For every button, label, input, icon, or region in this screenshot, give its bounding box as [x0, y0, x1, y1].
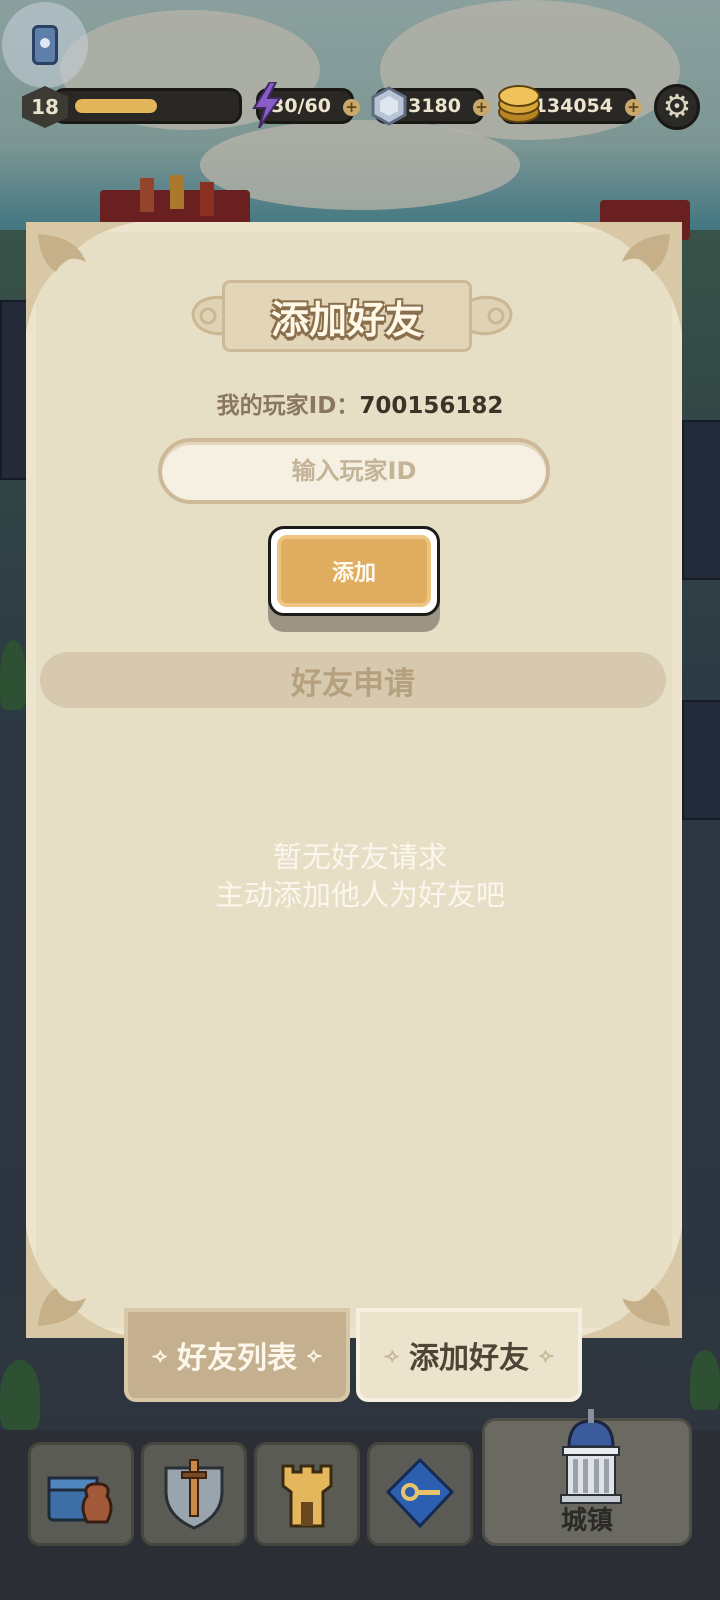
empty-state-line-2: 主动添加他人为好友吧	[214, 878, 505, 912]
corner-ornament-icon	[26, 1228, 136, 1338]
my-player-id: 我的玩家ID：700156182	[0, 386, 720, 420]
tab-add-friend-label: 添加好友	[409, 1341, 529, 1376]
tab-friend-list[interactable]: ⟢ 好友列表 ⟣	[124, 1308, 350, 1402]
xp-bar	[52, 88, 242, 124]
empty-state-line-1: 暂无好友请求	[272, 840, 447, 874]
profile-avatar-button[interactable]	[2, 2, 88, 88]
nav-equipment[interactable]	[141, 1442, 247, 1546]
corner-ornament-icon	[572, 1228, 682, 1338]
sword-shield-icon	[164, 1459, 224, 1530]
page-title: 添加好友	[270, 297, 423, 342]
my-id-value: 700156182	[359, 393, 504, 419]
corner-ornament-icon	[26, 222, 136, 332]
arrow-left-icon: ⟢	[152, 1343, 167, 1367]
title-plate: 添加好友	[222, 280, 472, 352]
nav-castle[interactable]	[254, 1442, 360, 1546]
lightning-icon	[252, 82, 282, 128]
phone-icon	[32, 25, 58, 65]
arrow-right-icon: ⟣	[539, 1343, 554, 1367]
nav-map[interactable]	[367, 1442, 473, 1546]
arrow-right-icon: ⟣	[307, 1343, 322, 1367]
crystal-icon	[371, 86, 407, 126]
xp-bar-fill	[75, 99, 157, 113]
add-button[interactable]: 添加	[268, 526, 440, 616]
add-gem-button[interactable]: +	[473, 99, 490, 116]
town-hall-icon	[560, 1409, 622, 1504]
arrow-left-icon: ⟢	[384, 1343, 399, 1367]
add-energy-button[interactable]: +	[343, 99, 360, 116]
friend-requests-header: 好友申请	[40, 652, 666, 708]
player-id-input[interactable]	[158, 438, 550, 504]
section-title: 好友申请	[291, 665, 415, 702]
tab-friend-list-label: 好友列表	[177, 1341, 297, 1376]
nav-town-label: 城镇	[560, 1506, 613, 1536]
add-button-face[interactable]: 添加	[277, 535, 431, 607]
nav-town[interactable]: 城镇	[482, 1409, 692, 1546]
gem-value: 3180	[408, 95, 461, 117]
gold-coins-icon	[498, 85, 540, 123]
level-value: 18	[31, 95, 59, 119]
castle-tower-icon	[281, 1464, 333, 1528]
settings-gear-icon[interactable]: ⚙	[654, 84, 700, 130]
nav-inventory[interactable]	[28, 1442, 134, 1546]
key-map-icon	[385, 1457, 455, 1529]
my-id-label: 我的玩家ID：	[216, 393, 360, 419]
tab-add-friend[interactable]: ⟢ 添加好友 ⟣	[356, 1308, 582, 1402]
chest-bag-icon	[47, 1476, 113, 1524]
add-coin-button[interactable]: +	[625, 99, 642, 116]
corner-ornament-icon	[572, 222, 682, 332]
add-button-label: 添加	[331, 561, 376, 586]
coin-value: 134054	[533, 95, 613, 117]
